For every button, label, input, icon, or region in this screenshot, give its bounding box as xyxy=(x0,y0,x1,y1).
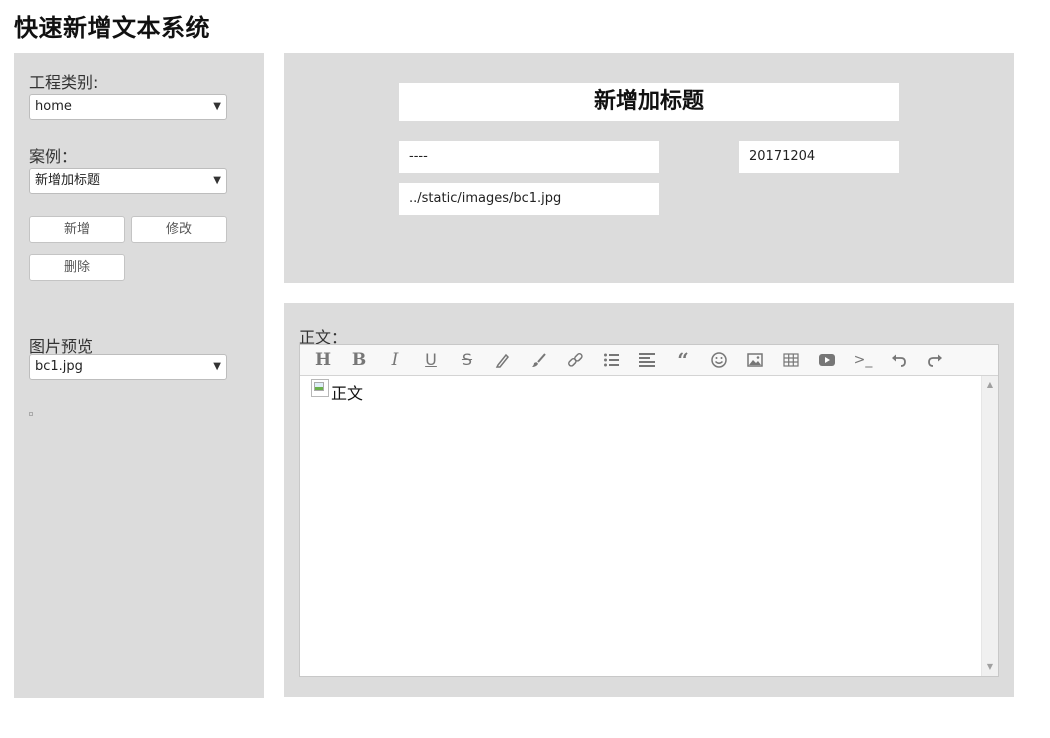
sidebar-panel: 工程类别: home ▼ 案例： 新增加标题 ▼ 新增 修改 删除 图片预览 b… xyxy=(14,53,264,698)
brush-icon[interactable] xyxy=(527,349,551,371)
quote-icon[interactable]: “ xyxy=(671,349,695,371)
page: 快速新增文本系统 工程类别: home ▼ 案例： 新增加标题 ▼ 新增 修改 … xyxy=(0,0,1050,738)
undo-icon[interactable] xyxy=(887,349,911,371)
case-label: 案例： xyxy=(29,147,78,166)
scroll-down-icon[interactable]: ▼ xyxy=(982,659,998,675)
video-icon[interactable] xyxy=(815,349,839,371)
strikethrough-icon[interactable]: S xyxy=(455,349,479,371)
code-icon[interactable]: >_ xyxy=(851,349,875,371)
link-icon[interactable] xyxy=(563,349,587,371)
project-type-select[interactable]: home ▼ xyxy=(29,94,227,120)
delete-button[interactable]: 删除 xyxy=(29,254,125,281)
image-alt-text: 正文 xyxy=(331,384,364,403)
list-icon[interactable] xyxy=(599,349,623,371)
chevron-down-icon: ▼ xyxy=(213,361,221,372)
align-left-icon[interactable] xyxy=(635,349,659,371)
image-preview-thumbnail xyxy=(29,412,33,416)
edit-button[interactable]: 修改 xyxy=(131,216,227,243)
subtitle-input[interactable]: ---- xyxy=(399,141,659,173)
underline-icon[interactable]: U xyxy=(419,349,443,371)
pen-icon[interactable] xyxy=(491,349,515,371)
image-preview-value: bc1.jpg xyxy=(35,359,83,374)
editor-content-area[interactable]: 正文 xyxy=(300,376,981,676)
editor-toolbar: H B I U S “ >_ xyxy=(300,345,998,376)
project-type-value: home xyxy=(35,99,72,114)
date-input[interactable]: 20171204 xyxy=(739,141,899,173)
italic-icon[interactable]: I xyxy=(383,349,407,371)
heading-icon[interactable]: H xyxy=(311,349,335,371)
case-select[interactable]: 新增加标题 ▼ xyxy=(29,168,227,194)
broken-image-icon xyxy=(311,379,329,397)
image-preview-select[interactable]: bc1.jpg ▼ xyxy=(29,354,227,380)
emoji-icon[interactable] xyxy=(707,349,731,371)
scroll-up-icon[interactable]: ▲ xyxy=(982,377,998,393)
redo-icon[interactable] xyxy=(923,349,947,371)
rich-text-editor: H B I U S “ >_ 正文 ▲ ▼ xyxy=(299,344,999,677)
table-icon[interactable] xyxy=(779,349,803,371)
chevron-down-icon: ▼ xyxy=(213,101,221,112)
add-button[interactable]: 新增 xyxy=(29,216,125,243)
case-value: 新增加标题 xyxy=(35,173,101,188)
project-type-label: 工程类别: xyxy=(29,73,99,92)
page-title: 快速新增文本系统 xyxy=(14,14,210,42)
meta-panel: 新增加标题 ---- 20171204 ../static/images/bc1… xyxy=(284,53,1014,283)
bold-icon[interactable]: B xyxy=(347,349,371,371)
chevron-down-icon: ▼ xyxy=(213,175,221,186)
editor-panel: 正文： H B I U S “ >_ 正文 ▲ ▼ xyxy=(284,303,1014,697)
image-icon[interactable] xyxy=(743,349,767,371)
title-input[interactable]: 新增加标题 xyxy=(399,83,899,121)
editor-scrollbar[interactable]: ▲ ▼ xyxy=(981,376,998,676)
image-path-input[interactable]: ../static/images/bc1.jpg xyxy=(399,183,659,215)
